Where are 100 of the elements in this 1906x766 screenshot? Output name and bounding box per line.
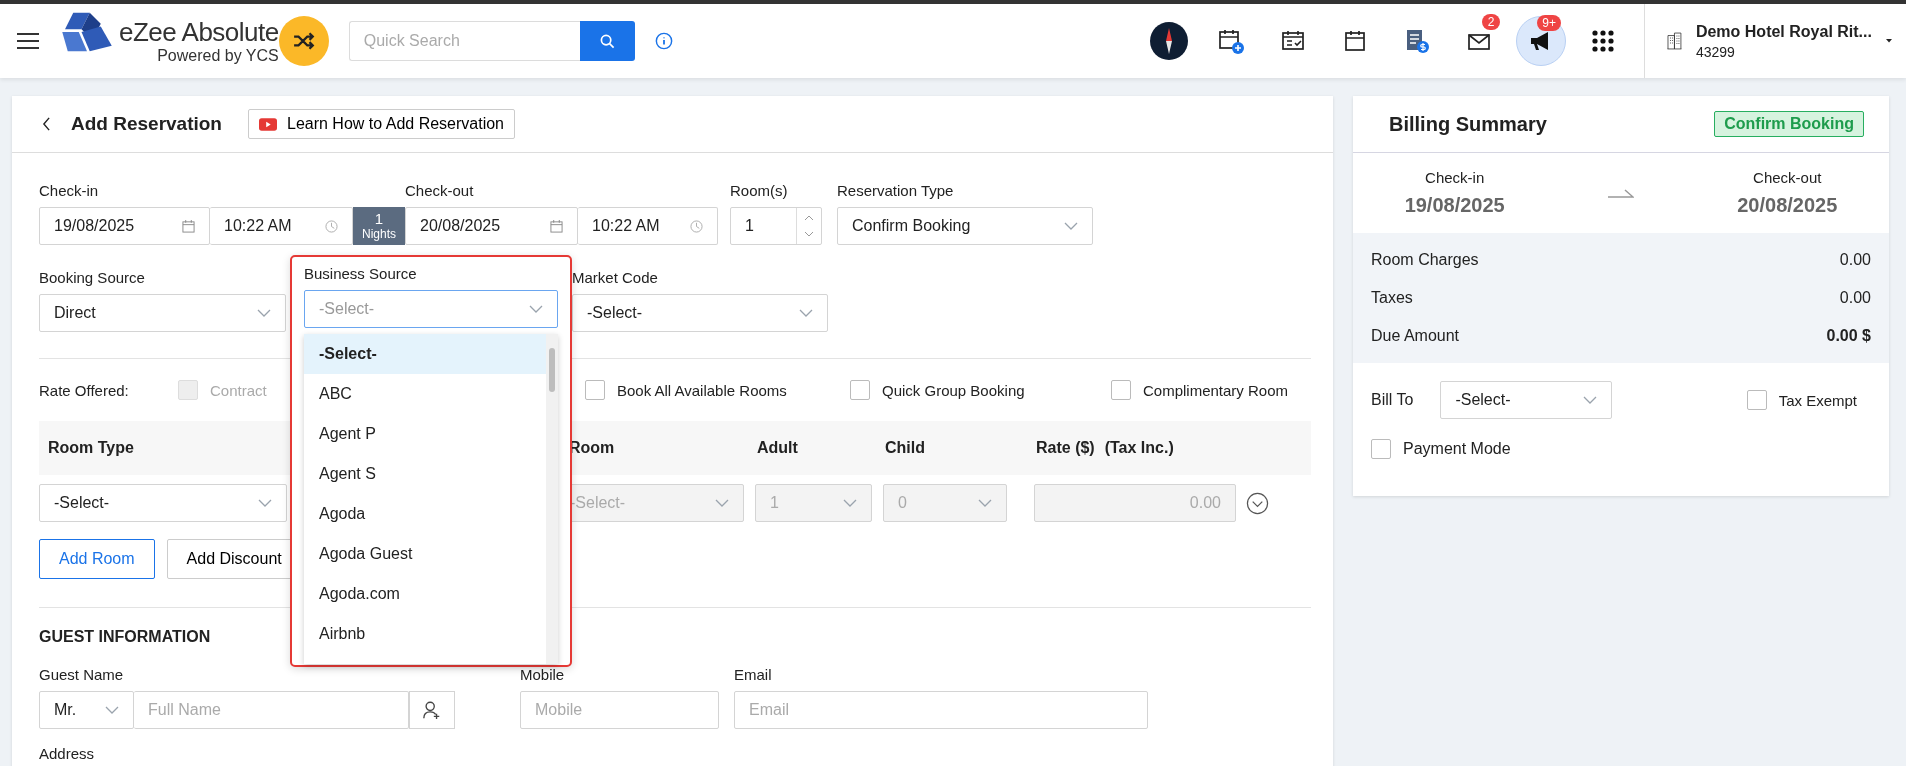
calendar-icon [182, 219, 195, 233]
back-icon[interactable] [42, 117, 51, 131]
chevron-down-icon [1583, 396, 1598, 404]
invoice-icon [1404, 28, 1430, 54]
column-header: Adult [756, 439, 799, 457]
status-badge: Confirm Booking [1714, 111, 1864, 137]
logo-icon [59, 10, 115, 54]
checkbox[interactable] [1111, 380, 1131, 400]
column-header: (Tax Inc.) [1103, 439, 1174, 457]
hotel-name: Demo Hotel Royal Rit... [1695, 22, 1872, 41]
field-label: Room(s) [730, 182, 789, 199]
time-field[interactable]: 10:22 AM [210, 207, 353, 245]
section-title: GUEST INFORMATION [39, 628, 211, 646]
date-field[interactable]: 20/08/2025 [405, 207, 578, 245]
card-title: Billing Summary [1389, 112, 1547, 136]
charge-label: Due Amount [1371, 327, 1460, 345]
dropdown-option[interactable]: Agent S [304, 454, 546, 494]
dropdown-option[interactable]: Airbnb [304, 614, 546, 654]
add-guest-button[interactable] [409, 691, 455, 729]
dropdown-option[interactable]: Agent P [304, 414, 546, 454]
field-label: Check-out [405, 182, 475, 199]
chevron-down-icon [257, 309, 271, 317]
checkbox-label: Book All Available Rooms [617, 381, 787, 399]
checkbox-label: Complimentary Room [1143, 381, 1289, 399]
video-icon [259, 117, 277, 131]
caret-icon[interactable] [1885, 37, 1892, 45]
field-label: Rate Offered: [39, 381, 130, 399]
search-button[interactable] [579, 21, 635, 61]
chevron-down-icon [529, 305, 543, 313]
info-icon[interactable] [654, 32, 673, 50]
select-field[interactable]: Mr. [39, 691, 134, 729]
calendar-icon [1342, 28, 1368, 54]
mail-button[interactable]: 2 [1454, 16, 1504, 66]
email-field[interactable]: Email [734, 691, 1148, 729]
checkbox[interactable] [1746, 390, 1767, 410]
checkbox-label: Payment Mode [1403, 440, 1511, 458]
count-badge: 9+ [1537, 15, 1561, 31]
checkbox-label: Tax Exempt [1778, 391, 1857, 409]
nights-label: Nights [362, 227, 396, 241]
field-label: Market Code [572, 269, 659, 286]
time-field[interactable]: 10:22 AM [578, 207, 718, 245]
charge-amount: 0.00 [1839, 289, 1871, 307]
field-label: Check-in [39, 182, 100, 199]
select-field[interactable]: -Select- [1440, 381, 1613, 419]
nights-count: 1 [374, 211, 384, 228]
action-button[interactable]: Add Room [39, 539, 155, 579]
chevron-circle-icon[interactable] [1246, 491, 1269, 515]
charge-amount: 0.00 [1839, 251, 1871, 269]
field-label: Guest Name [39, 666, 125, 683]
field-label: Reservation Type [837, 182, 955, 199]
chevron-down-icon [1064, 222, 1078, 230]
search-icon [599, 33, 615, 49]
charge-amount: 0.00 $ [1826, 327, 1871, 345]
column-header: Rate ($) [1035, 439, 1095, 457]
add-person-icon [422, 700, 442, 720]
date-field[interactable]: 19/08/2025 [39, 207, 210, 245]
dropdown-option[interactable]: Agoda.com [304, 574, 546, 614]
select-field[interactable]: -Select- [572, 294, 828, 332]
select-field[interactable]: Confirm Booking [837, 207, 1093, 245]
hotel-code: 43299 [1695, 43, 1736, 60]
checkbox-label: Contract [210, 381, 267, 399]
checkbox-label: Quick Group Booking [882, 381, 1025, 399]
checkbox[interactable] [850, 380, 870, 400]
clock-icon [325, 219, 338, 233]
count-badge: 2 [1482, 14, 1500, 30]
dropdown-option[interactable]: Agoda Guest [304, 534, 546, 574]
date-value: 19/08/2025 [1404, 194, 1505, 217]
scrollbar[interactable] [546, 334, 558, 664]
checkbox[interactable] [585, 380, 605, 400]
app-tagline: Powered by YCS [157, 47, 279, 65]
chevron-down-icon [978, 499, 992, 507]
checkbox[interactable] [1371, 439, 1391, 459]
select-field: 1 [755, 484, 872, 522]
tutorial-link[interactable]: Learn How to Add Reservation [248, 109, 515, 139]
shuffle-button[interactable] [278, 16, 329, 66]
dropdown-option[interactable]: Agoda [304, 494, 546, 534]
chevron-down-icon [258, 499, 272, 507]
number-field[interactable]: 1 [730, 207, 822, 245]
megaphone-button[interactable]: 9+ [1516, 16, 1566, 66]
dropdown-option[interactable]: ABC [304, 374, 546, 414]
mobile-field[interactable]: Mobile [520, 691, 719, 729]
chevron-down-icon [799, 309, 813, 317]
date-label: Check-out [1753, 169, 1822, 186]
dropdown-option[interactable]: -Select- [304, 334, 546, 374]
select-field[interactable]: -Select- [39, 484, 287, 522]
date-label: Check-in [1425, 169, 1485, 186]
clock-icon [690, 219, 703, 233]
field-label: Address [39, 745, 96, 762]
field-label: Mobile [520, 666, 566, 683]
name-field[interactable]: Full Name [134, 691, 409, 729]
search-field[interactable]: Quick Search [348, 21, 580, 61]
select-field[interactable]: Direct [39, 294, 286, 332]
column-header: Child [884, 439, 926, 457]
column-header: Room Type [47, 439, 135, 457]
menu-icon[interactable] [17, 33, 39, 49]
calendar-plus-icon [1218, 28, 1244, 54]
app-name: eZee Absolute [119, 17, 279, 47]
chevron-down-icon [843, 499, 857, 507]
rate-field: 0.00 [1034, 484, 1236, 522]
field-label: Booking Source [39, 269, 146, 286]
